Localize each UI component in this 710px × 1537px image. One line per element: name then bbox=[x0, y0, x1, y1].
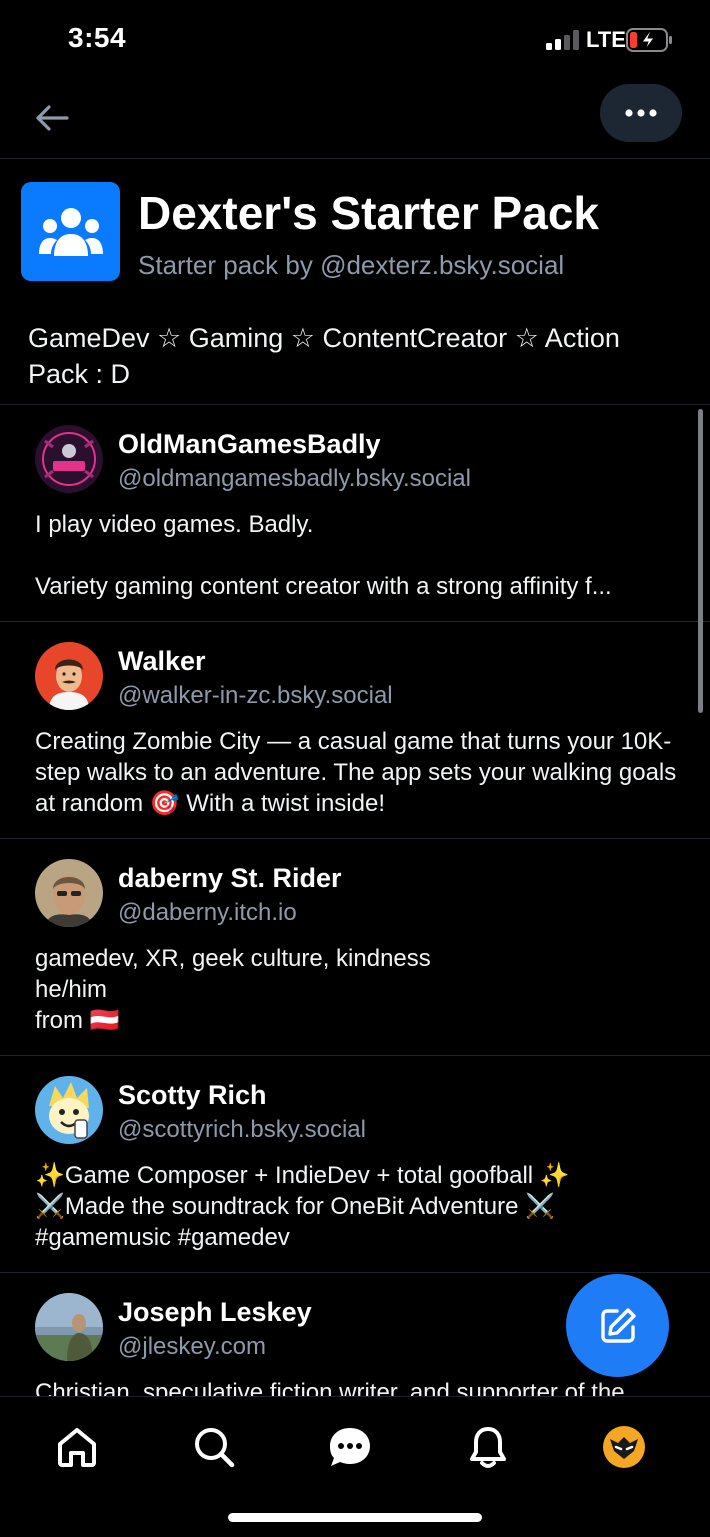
profile-list[interactable]: OldManGamesBadly @oldmangamesbadly.bsky.… bbox=[0, 405, 710, 1396]
more-options-button[interactable] bbox=[600, 84, 682, 142]
top-bar bbox=[0, 80, 710, 159]
list-item[interactable]: Walker @walker-in-zc.bsky.social Creatin… bbox=[0, 622, 710, 839]
back-button[interactable] bbox=[30, 96, 74, 140]
list-item[interactable]: daberny St. Rider @daberny.itch.io gamed… bbox=[0, 839, 710, 1056]
avatar[interactable] bbox=[35, 1293, 103, 1361]
bio: ✨Game Composer + IndieDev + total goofba… bbox=[35, 1162, 570, 1251]
profile-avatar bbox=[603, 1426, 645, 1468]
display-name: Joseph Leskey bbox=[118, 1297, 312, 1327]
ellipsis-icon bbox=[625, 109, 657, 117]
nav-home[interactable] bbox=[47, 1417, 107, 1477]
people-group-icon bbox=[38, 207, 103, 256]
signal-icon bbox=[546, 30, 579, 50]
avatar[interactable] bbox=[35, 425, 103, 493]
arrow-left-icon bbox=[36, 105, 69, 131]
list-item[interactable]: Scotty Rich @scottyrich.bsky.social ✨Gam… bbox=[0, 1056, 710, 1273]
pack-description: GameDev ☆ Gaming ☆ ContentCreator ☆ Acti… bbox=[28, 323, 620, 389]
search-icon bbox=[195, 1428, 235, 1468]
bio: Christian, speculative fiction writer, a… bbox=[35, 1379, 625, 1396]
pack-creator-link[interactable]: Starter pack by @dexterz.bsky.social bbox=[138, 250, 564, 281]
home-indicator[interactable] bbox=[228, 1513, 482, 1522]
starter-pack-icon bbox=[21, 182, 120, 281]
nav-chat[interactable] bbox=[320, 1417, 380, 1477]
bio: Creating Zombie City — a casual game tha… bbox=[35, 728, 677, 817]
handle: @daberny.itch.io bbox=[118, 899, 297, 926]
battery-icon bbox=[626, 28, 672, 52]
chat-icon bbox=[330, 1428, 370, 1466]
starter-pack-header: Dexter's Starter Pack Starter pack by @d… bbox=[0, 158, 710, 405]
handle: @scottyrich.bsky.social bbox=[118, 1116, 366, 1143]
nav-notifications[interactable] bbox=[458, 1417, 518, 1477]
status-bar: 3:54 LTE bbox=[0, 0, 710, 80]
network-label: LTE bbox=[586, 27, 626, 52]
compose-button[interactable] bbox=[566, 1274, 669, 1377]
avatar[interactable] bbox=[35, 859, 103, 927]
avatar[interactable] bbox=[35, 1076, 103, 1144]
handle: @oldmangamesbadly.bsky.social bbox=[118, 465, 471, 492]
bell-icon bbox=[470, 1427, 506, 1468]
nav-search[interactable] bbox=[184, 1417, 244, 1477]
list-item[interactable]: OldManGamesBadly @oldmangamesbadly.bsky.… bbox=[0, 405, 710, 622]
avatar[interactable] bbox=[35, 642, 103, 710]
home-icon bbox=[58, 1428, 96, 1467]
handle: @jleskey.com bbox=[118, 1333, 266, 1360]
scrollbar[interactable] bbox=[698, 409, 703, 713]
bio: gamedev, XR, geek culture, kindness he/h… bbox=[35, 945, 431, 1034]
pack-title: Dexter's Starter Pack bbox=[138, 187, 599, 239]
handle: @walker-in-zc.bsky.social bbox=[118, 682, 393, 709]
display-name: daberny St. Rider bbox=[118, 863, 342, 893]
nav-profile[interactable] bbox=[594, 1417, 654, 1477]
compose-icon bbox=[600, 1307, 636, 1343]
display-name: OldManGamesBadly bbox=[118, 429, 381, 459]
bio: I play video games. Badly. Variety gamin… bbox=[35, 511, 612, 600]
display-name: Walker bbox=[118, 646, 206, 676]
display-name: Scotty Rich bbox=[118, 1080, 267, 1110]
status-time: 3:54 bbox=[68, 22, 127, 53]
